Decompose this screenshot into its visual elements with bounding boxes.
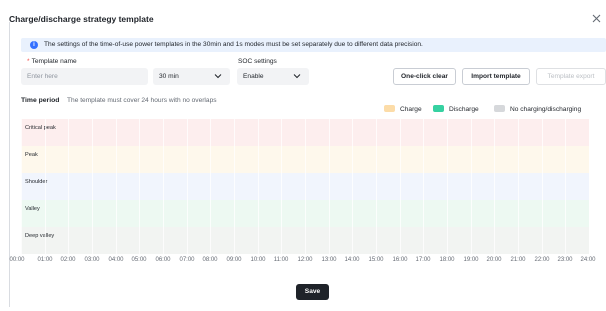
- time-tick-label: 02:00: [60, 257, 76, 263]
- hour-gridline: [542, 119, 543, 254]
- time-tick-label: 07:00: [179, 257, 195, 263]
- hour-gridline: [423, 119, 424, 254]
- time-tick-label: 18:00: [439, 257, 455, 263]
- one-click-clear-button[interactable]: One-click clear: [393, 68, 456, 85]
- soc-value: Enable: [243, 73, 264, 80]
- hour-gridline: [281, 119, 282, 254]
- dialog-left-edge: [9, 22, 10, 307]
- dialog-title: Charge/discharge strategy template: [9, 14, 154, 24]
- period-row-label: Deep valley: [25, 233, 55, 239]
- close-icon[interactable]: [591, 13, 602, 24]
- hour-gridline: [68, 119, 69, 254]
- chevron-down-icon: [214, 74, 222, 79]
- hour-gridline: [210, 119, 211, 254]
- time-period-hint: The template must cover 24 hours with no…: [67, 97, 217, 104]
- time-tick-label: 06:00: [155, 257, 171, 263]
- hour-gridline: [45, 119, 46, 254]
- hour-gridline: [565, 119, 566, 254]
- time-tick-label: 20:00: [486, 257, 502, 263]
- hour-gridline: [234, 119, 235, 254]
- hour-gridline: [92, 119, 93, 254]
- precision-notice: i The settings of the time-of-use power …: [21, 38, 606, 52]
- legend-item: Discharge: [433, 105, 479, 114]
- time-tick-label: 10:00: [250, 257, 266, 263]
- soc-settings-label: SOC settings: [238, 58, 277, 65]
- template-export-button[interactable]: Template export: [536, 68, 606, 85]
- time-tick-label: 01:00: [37, 257, 53, 263]
- time-tick-label: 24:00: [580, 257, 596, 263]
- time-tick-label: 12:00: [297, 257, 313, 263]
- time-tick-label: 00:00: [9, 257, 25, 263]
- required-mark: *: [27, 58, 30, 65]
- legend-label: Discharge: [449, 106, 479, 113]
- time-tick-label: 17:00: [415, 257, 431, 263]
- legend-swatch: [433, 105, 444, 112]
- time-tick-label: 19:00: [463, 257, 479, 263]
- time-tick-label: 05:00: [131, 257, 147, 263]
- template-name-input[interactable]: Enter here: [21, 68, 148, 85]
- time-tick-label: 11:00: [273, 257, 289, 263]
- hour-gridline: [305, 119, 306, 254]
- info-icon: i: [30, 41, 38, 49]
- time-tick-label: 08:00: [202, 257, 218, 263]
- hour-gridline: [376, 119, 377, 254]
- time-tick-label: 21:00: [510, 257, 526, 263]
- time-tick-label: 22:00: [534, 257, 550, 263]
- time-tick-label: 16:00: [392, 257, 408, 263]
- chevron-down-icon: [293, 74, 301, 79]
- time-tick-label: 03:00: [84, 257, 100, 263]
- hour-gridline: [258, 119, 259, 254]
- time-tick-label: 15:00: [368, 257, 384, 263]
- hour-gridline: [471, 119, 472, 254]
- time-tick-label: 09:00: [226, 257, 242, 263]
- time-tick-label: 23:00: [557, 257, 573, 263]
- hour-gridline: [352, 119, 353, 254]
- legend-swatch: [384, 105, 395, 112]
- legend-label: No charging/discharging: [510, 106, 582, 113]
- hour-gridline: [187, 119, 188, 254]
- import-template-button[interactable]: Import template: [462, 68, 530, 85]
- hour-gridline: [139, 119, 140, 254]
- strategy-template-dialog: Charge/discharge strategy template i The…: [0, 0, 606, 311]
- interval-value: 30 min: [159, 73, 179, 80]
- hour-gridline: [589, 119, 590, 254]
- hour-gridline: [163, 119, 164, 254]
- template-name-label: * Template name: [27, 58, 77, 65]
- time-tick-label: 13:00: [321, 257, 337, 263]
- hour-gridline: [447, 119, 448, 254]
- legend-item: No charging/discharging: [494, 105, 581, 114]
- period-row-label: Peak: [25, 152, 38, 158]
- hour-gridline: [21, 119, 22, 254]
- legend-label: Charge: [400, 106, 422, 113]
- hour-gridline: [329, 119, 330, 254]
- notice-text: The settings of the time-of-use power te…: [44, 41, 423, 48]
- legend-swatch: [494, 105, 505, 112]
- time-period-title: Time period: [21, 97, 60, 104]
- save-button[interactable]: Save: [296, 284, 329, 300]
- interval-select[interactable]: 30 min: [153, 68, 230, 85]
- hour-gridline: [494, 119, 495, 254]
- hour-gridline: [400, 119, 401, 254]
- period-row-label: Critical peak: [25, 125, 56, 131]
- hour-gridline: [116, 119, 117, 254]
- time-tick-label: 14:00: [344, 257, 360, 263]
- hour-gridline: [518, 119, 519, 254]
- legend-item: Charge: [384, 105, 422, 114]
- soc-select[interactable]: Enable: [237, 68, 309, 85]
- period-row-label: Valley: [25, 206, 40, 212]
- time-tick-label: 04:00: [108, 257, 124, 263]
